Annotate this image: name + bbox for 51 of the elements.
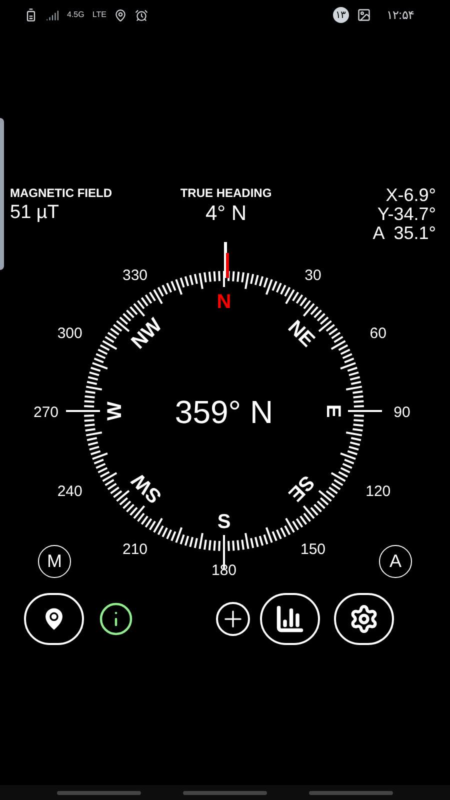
bar-chart-icon	[275, 604, 305, 634]
side-handle[interactable]	[0, 118, 4, 270]
nav-handle[interactable]	[309, 790, 393, 794]
degree-label: 300	[57, 325, 82, 342]
cardinal-label: NE	[283, 316, 319, 352]
cardinal-label: SW	[128, 468, 166, 508]
tilt-reading: X-6.9°	[386, 186, 436, 205]
cardinal-label: N	[216, 291, 232, 313]
tilt-reading: Y-34.7°	[377, 205, 436, 224]
degree-label: 270	[33, 404, 59, 421]
status-time: ۱۲:۵۴	[386, 7, 414, 24]
nav-handle[interactable]	[57, 790, 141, 794]
magnetic-field-value: 51 µT	[10, 201, 60, 225]
alarm-icon	[135, 8, 148, 22]
cardinal-label: NW	[127, 314, 166, 354]
magnetic-mode-button[interactable]: M	[38, 545, 71, 578]
gear-icon	[349, 604, 379, 634]
location-pin-icon	[114, 8, 128, 22]
image-icon	[356, 8, 371, 22]
degree-label: 60	[370, 325, 386, 342]
magnetic-field-label: MAGNETIC FIELD	[10, 186, 113, 201]
cardinal-label: W	[104, 402, 126, 420]
tilt-reading: A 35.1°	[372, 224, 436, 243]
location-button[interactable]	[24, 593, 84, 645]
add-button[interactable]	[216, 602, 250, 636]
cardinal-label: SE	[284, 470, 318, 506]
signal-icon	[46, 8, 59, 22]
true-heading-label: TRUE HEADING	[180, 186, 272, 201]
degree-label: 120	[366, 483, 391, 500]
stats-button[interactable]	[260, 593, 320, 645]
settings-button[interactable]	[334, 593, 394, 645]
degree-label: 90	[394, 404, 410, 421]
true-heading-value: 4° N	[205, 201, 247, 227]
degree-label: 330	[122, 267, 148, 284]
cardinal-label: S	[217, 511, 231, 533]
info-button[interactable]	[98, 601, 134, 637]
degree-label: 240	[57, 483, 82, 500]
info-icon	[98, 601, 134, 637]
degree-label: 210	[122, 540, 148, 558]
degree-label: 150	[300, 540, 326, 558]
notification-badge: ۱۳	[332, 7, 349, 23]
cardinal-label: E	[322, 404, 344, 418]
degree-label: 180	[211, 562, 237, 579]
battery-icon	[24, 8, 38, 22]
heading-value: 359° N	[174, 394, 274, 430]
heading-marker	[224, 242, 229, 278]
degree-label: 30	[304, 267, 322, 284]
network-label: 4.5G	[67, 11, 84, 19]
auto-mode-button[interactable]: A	[379, 545, 412, 578]
network-label: LTE	[92, 11, 106, 19]
nav-handle[interactable]	[183, 790, 267, 794]
